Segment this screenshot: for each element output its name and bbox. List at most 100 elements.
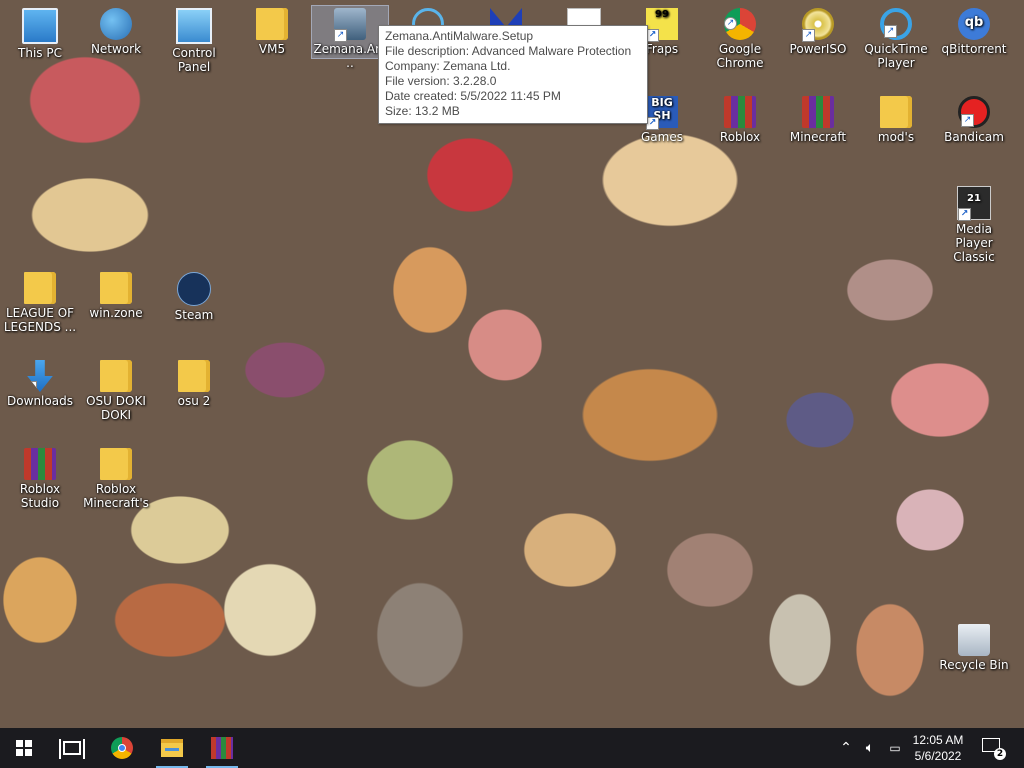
icon-label: Zemana.An... <box>313 42 387 70</box>
desktop-icon-bandicam[interactable]: Bandicam <box>936 96 1012 144</box>
steam-icon <box>177 272 211 306</box>
icon-label: QuickTime Player <box>864 42 928 70</box>
computer-icon <box>22 8 58 44</box>
icon-label: Downloads <box>7 394 73 408</box>
desktop-icon-network[interactable]: Network <box>78 8 154 56</box>
file-explorer-icon <box>161 739 183 757</box>
big-fish-games-icon: BIG SH <box>646 96 678 130</box>
desktop-icon-this-pc[interactable]: This PC <box>2 8 78 60</box>
task-view-button[interactable] <box>48 728 96 768</box>
icon-label: OSU DOKI DOKI <box>86 394 146 422</box>
record-icon <box>958 96 990 128</box>
icon-label: Roblox Minecraft's <box>83 482 149 510</box>
desktop-icon-steam[interactable]: Steam <box>156 272 232 322</box>
winrar-archive-icon <box>24 448 56 480</box>
start-button[interactable] <box>0 728 48 768</box>
clock-time: 12:05 AM <box>912 733 964 747</box>
download-arrow-icon <box>27 360 53 392</box>
icon-label: Roblox <box>719 130 761 144</box>
fraps-icon: 99 <box>646 8 678 42</box>
action-center-button[interactable]: 2 <box>980 736 1006 760</box>
chevron-up-icon: ⌃ <box>840 740 852 756</box>
winrar-icon <box>211 737 233 759</box>
icon-label: Steam <box>174 308 214 322</box>
icon-label: Google Chrome <box>716 42 764 70</box>
icon-label: Recycle Bin <box>939 658 1009 672</box>
icon-label: Media Player Classic <box>953 222 995 264</box>
tooltip-line-date: Date created: 5/5/2022 11:45 PM <box>385 89 561 103</box>
disc-icon <box>802 8 834 42</box>
folder-icon <box>256 8 288 40</box>
folder-icon <box>100 360 132 392</box>
desktop-icon-poweriso[interactable]: PowerISO <box>780 8 856 56</box>
desktop-icon-mods[interactable]: mod's <box>858 96 934 144</box>
icon-label: PowerISO <box>789 42 847 56</box>
notification-count-badge: 2 <box>994 748 1006 760</box>
desktop-icon-osu-doki-doki[interactable]: OSU DOKI DOKI <box>78 360 154 422</box>
desktop-icon-win-zone[interactable]: win.zone <box>78 272 154 320</box>
task-view-icon <box>59 739 85 759</box>
icon-label: win.zone <box>89 306 143 320</box>
desktop-icon-downloads[interactable]: Downloads <box>2 360 78 408</box>
media-player-icon: 21 <box>957 186 991 221</box>
quicktime-icon <box>880 8 912 40</box>
desktop-icon-google-chrome[interactable]: Google Chrome <box>702 8 778 70</box>
desktop-icon-roblox-studio[interactable]: Roblox Studio <box>2 448 78 510</box>
recycle-bin-icon <box>958 624 990 656</box>
desktop-icon-league-of-legends[interactable]: LEAGUE OF LEGENDS ... <box>2 272 78 334</box>
desktop-icon-media-player-classic[interactable]: 21 Media Player Classic <box>936 186 1012 264</box>
speaker-icon: 🔈︎ <box>865 740 875 756</box>
show-hidden-icons-button[interactable]: ⌃ <box>836 728 856 768</box>
icon-label: LEAGUE OF LEGENDS ... <box>3 306 77 334</box>
desktop: This PC Network Control Panel VM5 Zemana… <box>0 0 1024 728</box>
clock-date: 5/6/2022 <box>914 749 962 763</box>
tooltip-line-company: Company: Zemana Ltd. <box>385 59 511 73</box>
qbittorrent-icon: qb <box>958 8 990 40</box>
icon-label: Minecraft <box>789 130 847 144</box>
zemana-setup-icon <box>334 8 366 42</box>
desktop-icon-roblox[interactable]: Roblox <box>702 96 778 144</box>
volume-button[interactable]: 🔈︎ <box>858 728 882 768</box>
folder-icon <box>24 272 56 304</box>
folder-icon <box>178 360 210 392</box>
icon-label: Network <box>90 42 142 56</box>
icon-label: qBittorrent <box>941 42 1007 56</box>
icon-label: VM5 <box>258 42 286 56</box>
network-status-button[interactable]: ▭ <box>884 728 906 768</box>
windows-logo-icon <box>16 740 32 756</box>
network-icon: ▭ <box>889 741 901 755</box>
icon-label: mod's <box>877 130 915 144</box>
icon-label: This PC <box>18 46 62 60</box>
tooltip-line-version: File version: 3.2.28.0 <box>385 74 497 88</box>
icon-label: osu 2 <box>177 394 211 408</box>
tooltip-line-description: File description: Advanced Malware Prote… <box>385 44 632 58</box>
icon-label: Control Panel <box>172 46 216 74</box>
icon-label: Bandicam <box>944 130 1004 144</box>
chrome-icon <box>111 737 133 759</box>
desktop-icon-control-panel[interactable]: Control Panel <box>156 8 232 74</box>
tooltip-line-name: Zemana.AntiMalware.Setup <box>385 29 534 43</box>
tooltip-line-size: Size: 13.2 MB <box>385 104 460 118</box>
folder-icon <box>100 272 132 304</box>
taskbar-file-explorer-button[interactable] <box>148 728 196 768</box>
file-info-tooltip: Zemana.AntiMalware.Setup File descriptio… <box>378 25 648 124</box>
desktop-icon-recycle-bin[interactable]: Recycle Bin <box>936 624 1012 672</box>
desktop-icon-qbittorrent[interactable]: qb qBittorrent <box>936 8 1012 56</box>
folder-icon <box>100 448 132 480</box>
icon-label: Roblox Studio <box>19 482 61 510</box>
control-panel-icon <box>176 8 212 44</box>
folder-icon <box>880 96 912 128</box>
winrar-archive-icon <box>802 96 834 128</box>
taskbar: ⌃ 🔈︎ ▭ 12:05 AM 5/6/2022 2 <box>0 728 1024 768</box>
taskbar-winrar-button[interactable] <box>198 728 246 768</box>
chrome-icon <box>724 8 756 40</box>
desktop-icon-quicktime[interactable]: QuickTime Player <box>858 8 934 70</box>
desktop-icon-osu-2[interactable]: osu 2 <box>156 360 232 408</box>
desktop-icon-roblox-minecrafts[interactable]: Roblox Minecraft's <box>78 448 154 510</box>
network-globe-icon <box>100 8 132 40</box>
taskbar-chrome-button[interactable] <box>98 728 146 768</box>
desktop-icon-minecraft[interactable]: Minecraft <box>780 96 856 144</box>
desktop-icon-vm5[interactable]: VM5 <box>234 8 310 56</box>
desktop-icon-zemana[interactable]: Zemana.An... <box>311 5 389 70</box>
clock[interactable]: 12:05 AM 5/6/2022 <box>906 732 970 764</box>
